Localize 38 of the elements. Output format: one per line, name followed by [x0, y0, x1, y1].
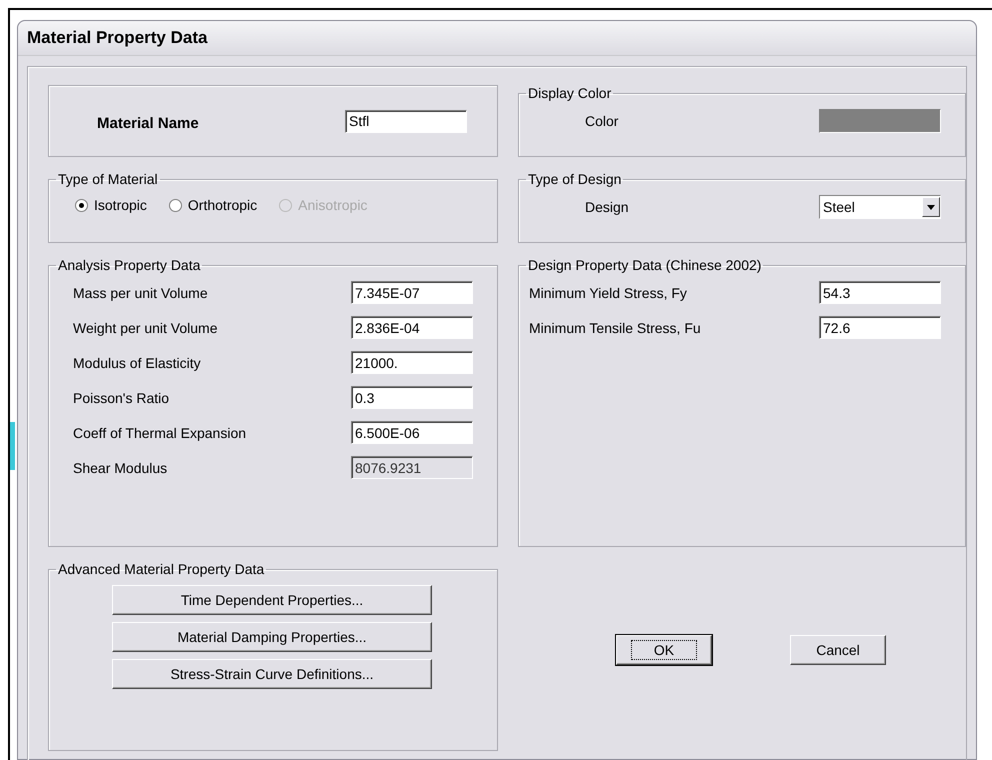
property-button[interactable]: Material Damping Properties...	[112, 622, 432, 652]
input-field[interactable]: 7.345E-07	[351, 281, 473, 304]
group-title: Display Color	[527, 85, 612, 101]
background-window-strip	[10, 422, 15, 470]
field-label: Minimum Tensile Stress, Fu	[529, 320, 702, 336]
property-button[interactable]: Time Dependent Properties...	[112, 585, 432, 615]
field-label: Minimum Yield Stress, Fy	[529, 284, 688, 300]
group-title: Type of Design	[527, 171, 622, 187]
input-field[interactable]: 21000.	[351, 351, 473, 374]
group-title: Design Property Data (Chinese 2002)	[527, 257, 762, 273]
field-label: Material Name	[97, 114, 199, 132]
field-label: Weight per unit Volume	[73, 320, 218, 336]
field-label: Poisson's Ratio	[73, 390, 170, 406]
input-field[interactable]: 6.500E-06	[351, 421, 473, 444]
field-label: Coeff of Thermal Expansion	[73, 424, 248, 440]
input-field[interactable]: 72.6	[819, 316, 941, 339]
window-title: Material Property Data	[27, 28, 208, 48]
radio-button: Anisotropic	[279, 197, 368, 213]
group-title: Type of Material	[57, 171, 159, 187]
color-swatch[interactable]	[819, 109, 941, 133]
field-label: Design	[585, 199, 629, 215]
field-label: Mass per unit Volume	[73, 284, 209, 300]
dropdown[interactable]: Steel	[819, 195, 941, 219]
field-label: Shear Modulus	[73, 460, 168, 476]
input-field[interactable]: 2.836E-04	[351, 316, 473, 339]
dialog-button[interactable]: OK	[616, 635, 712, 665]
dropdown-arrow-icon[interactable]	[927, 204, 935, 210]
field-label: Modulus of Elasticity	[73, 354, 202, 370]
input-field[interactable]: Stfl	[345, 110, 467, 132]
dialog-button[interactable]: Cancel	[790, 635, 886, 665]
radio-button[interactable]: Orthotropic	[168, 197, 258, 213]
group-title: Advanced Material Property Data	[57, 561, 266, 577]
group-title: Analysis Property Data	[57, 257, 202, 273]
field-label: Color	[585, 113, 618, 129]
radio-button[interactable]: Isotropic	[75, 197, 147, 213]
property-button[interactable]: Stress-Strain Curve Definitions...	[112, 659, 432, 689]
input-field[interactable]: 0.3	[351, 386, 473, 409]
input-field[interactable]: 54.3	[819, 281, 941, 304]
